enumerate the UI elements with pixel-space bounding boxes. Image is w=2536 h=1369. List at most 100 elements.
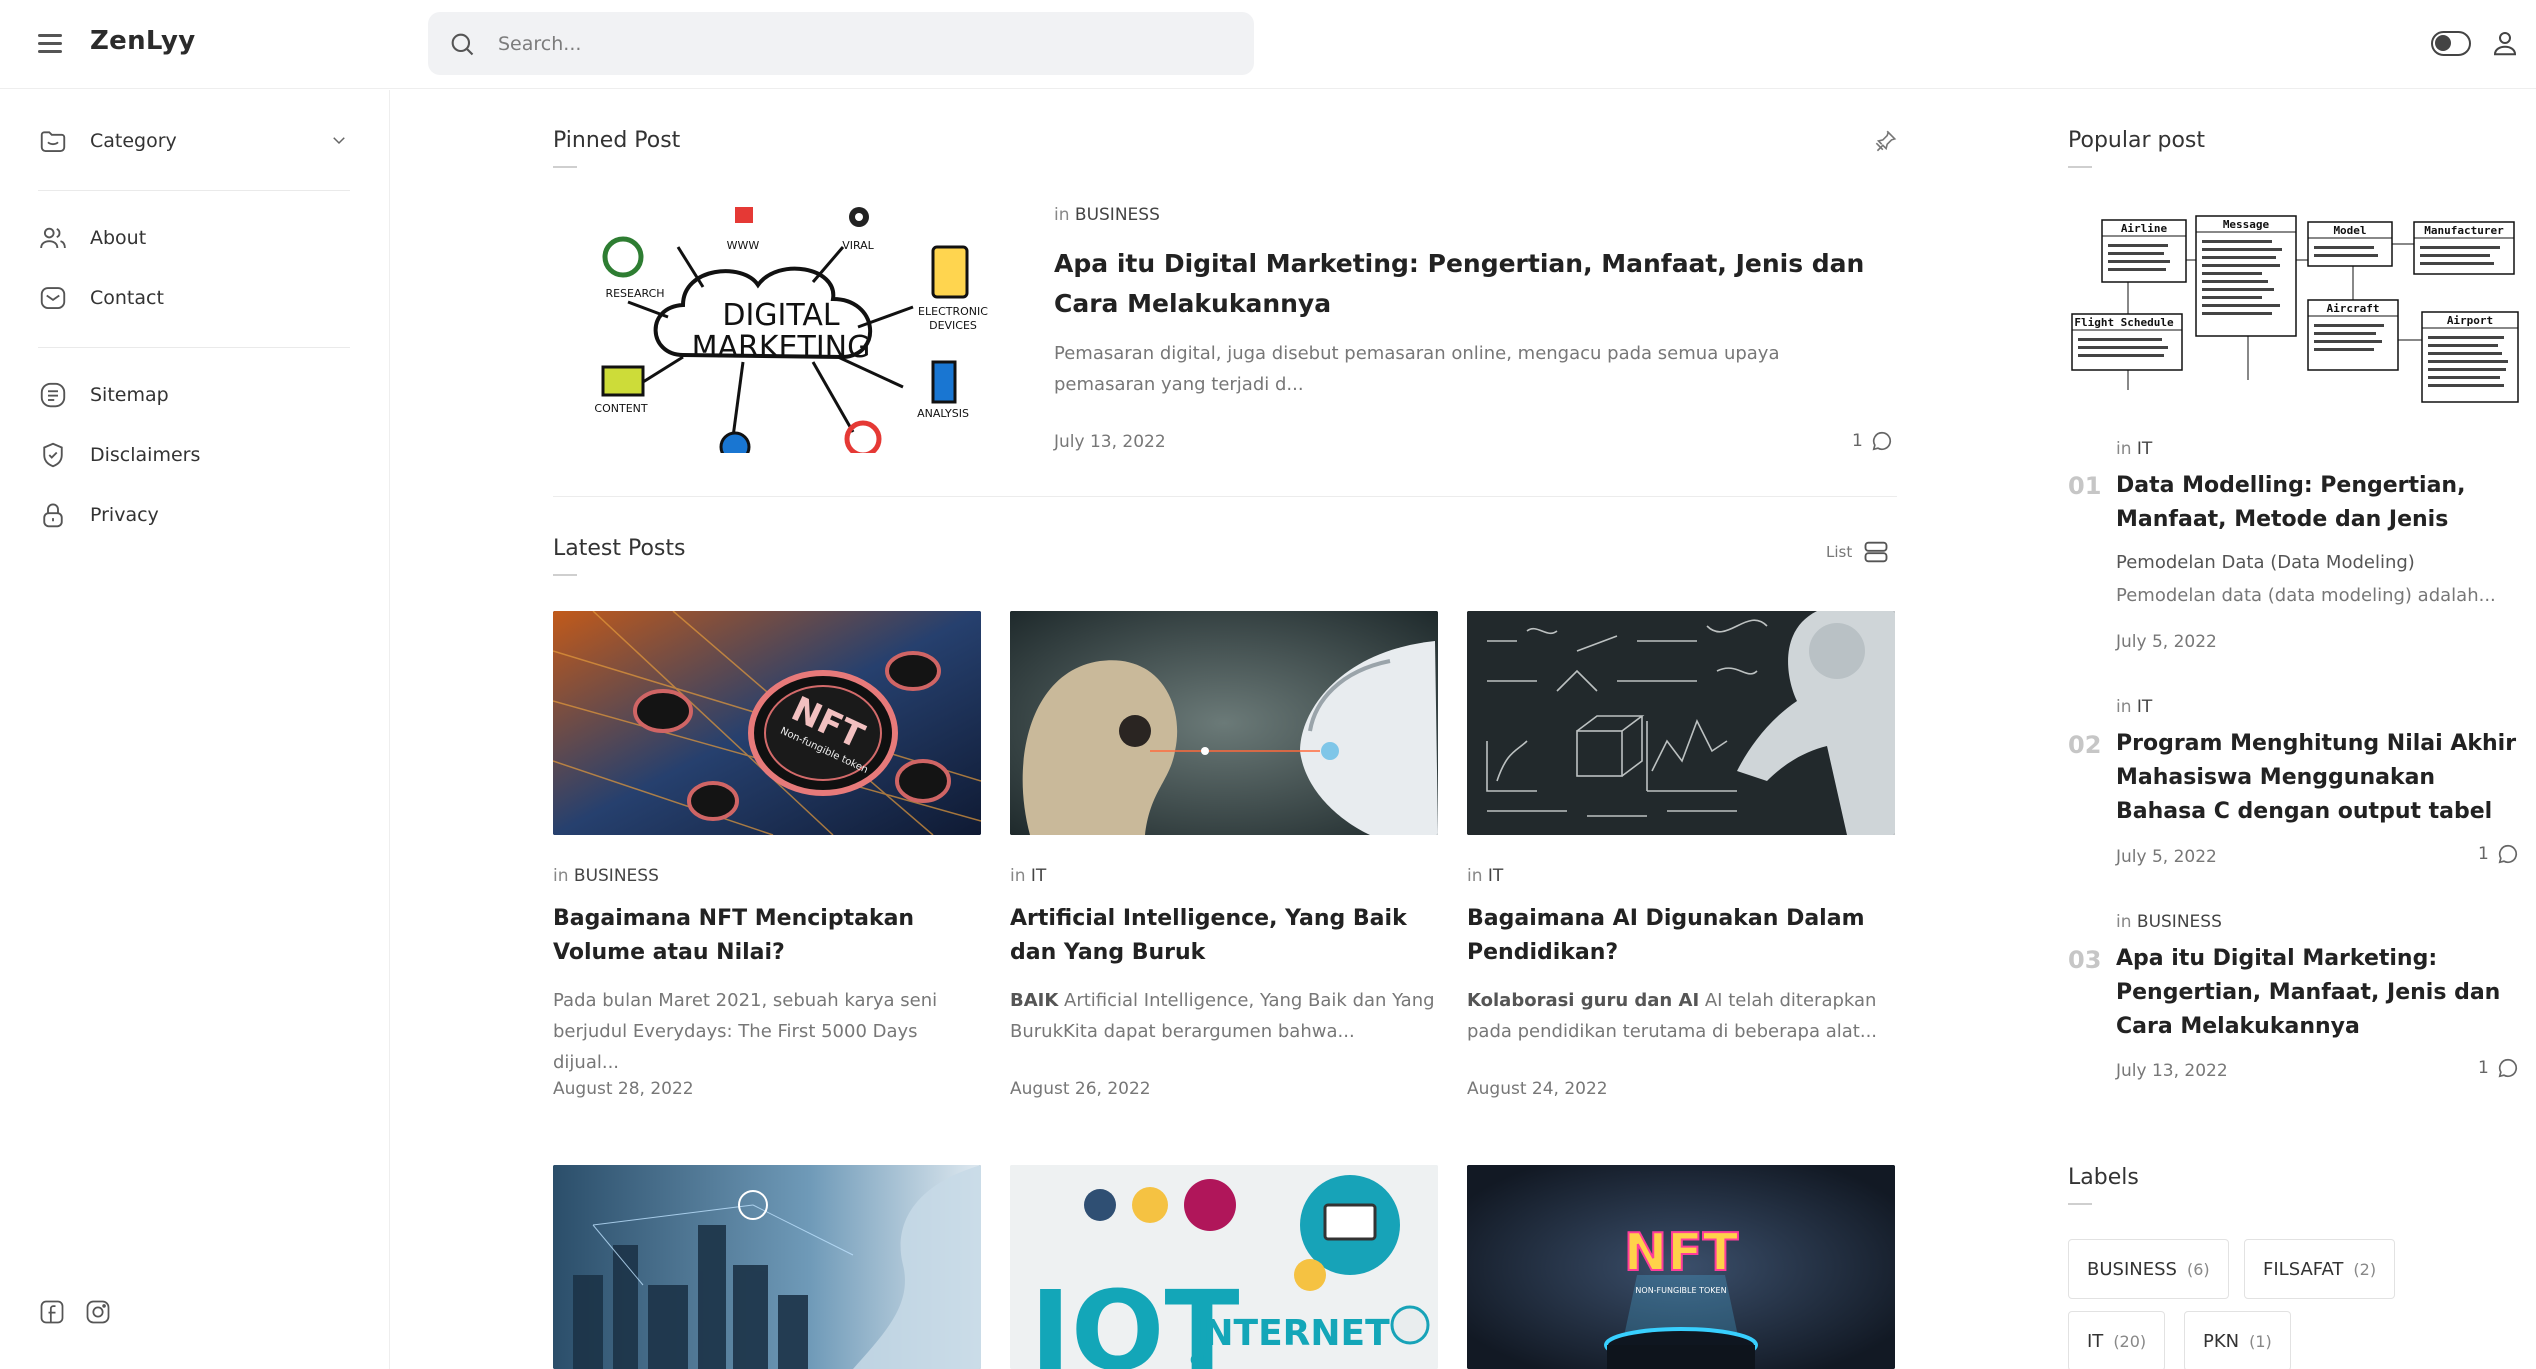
svg-text:Airport: Airport (2447, 314, 2493, 327)
category-link[interactable]: BUSINESS (574, 866, 659, 886)
in-word: in (1054, 205, 1070, 225)
comment-count: 1 (2478, 1058, 2489, 1078)
pinned-post-excerpt: Pemasaran digital, juga disebut pemasara… (1054, 343, 1780, 395)
category-link[interactable]: BUSINESS (1075, 205, 1160, 225)
pinned-comment-count[interactable]: 1 (1852, 430, 1893, 452)
popular-meta: in IT (2116, 439, 2152, 459)
label-count: (20) (2113, 1331, 2147, 1351)
popular-comment-count[interactable]: 1 (2478, 1057, 2519, 1079)
svg-text:OF: OF (1190, 1353, 1211, 1369)
search-icon (451, 33, 474, 56)
svg-text:Manufacturer: Manufacturer (2424, 224, 2504, 237)
list-view-toggle[interactable]: List (1826, 538, 1890, 566)
search-input[interactable] (498, 12, 1198, 75)
title-underline (2068, 166, 2092, 168)
sidebar-item-privacy[interactable]: Privacy (38, 495, 159, 535)
sidebar-item-contact[interactable]: Contact (38, 278, 164, 318)
facebook-icon[interactable] (38, 1298, 66, 1326)
svg-text:DIGITAL: DIGITAL (722, 298, 840, 333)
site-brand[interactable]: ZenLyy (90, 26, 196, 56)
category-link[interactable]: IT (1031, 866, 1046, 886)
labels-section-title: Labels (2068, 1165, 2139, 1190)
post-title[interactable]: Bagaimana AI Digunakan Dalam Pendidikan? (1467, 902, 1895, 970)
post-image-smart-city[interactable] (553, 1165, 981, 1369)
pinned-post-image[interactable]: DIGITAL MARKETING WWW VIRAL RESEARCH ELE… (553, 207, 1018, 453)
post-date: August 26, 2022 (1010, 1079, 1151, 1099)
svg-text:NON-FUNGIBLE TOKEN: NON-FUNGIBLE TOKEN (1635, 1286, 1726, 1295)
shield-check-icon (43, 442, 63, 468)
svg-text:WWW: WWW (727, 239, 760, 252)
pinned-post-title[interactable]: Apa itu Digital Marketing: Pengertian, M… (1054, 244, 1914, 324)
post-date: August 24, 2022 (1467, 1079, 1608, 1099)
category-link[interactable]: BUSINESS (2137, 912, 2222, 932)
sidebar-item-label: Disclaimers (90, 444, 201, 466)
popular-post-date: July 5, 2022 (2116, 847, 2217, 867)
category-link[interactable]: IT (2137, 439, 2152, 459)
sidebar-item-category[interactable]: Category (38, 121, 177, 161)
category-link[interactable]: IT (2137, 697, 2152, 717)
post-title[interactable]: Artificial Intelligence, Yang Baik dan Y… (1010, 902, 1438, 970)
label-count: (2) (2353, 1259, 2377, 1279)
pinned-post-meta: in BUSINESS (1054, 205, 1160, 225)
sidebar-item-about[interactable]: About (38, 218, 146, 258)
folder-icon (40, 131, 66, 152)
label-chip-it[interactable]: IT (20) (2068, 1311, 2166, 1369)
popular-post-excerpt: Pemodelan data (data modeling) adalah... (2116, 585, 2496, 606)
post-excerpt: BAIK Artificial Intelligence, Yang Baik … (1010, 990, 1435, 1042)
instagram-icon[interactable] (84, 1298, 112, 1326)
comment-icon (1872, 431, 1891, 451)
svg-text:Flight Schedule: Flight Schedule (2074, 316, 2174, 329)
svg-text:ELECTRONIC: ELECTRONIC (918, 305, 988, 318)
in-word: in (2116, 912, 2132, 932)
popular-meta: in BUSINESS (2116, 912, 2222, 932)
post-image-nft-hologram[interactable]: NFT NON-FUNGIBLE TOKEN (1467, 1165, 1895, 1369)
user-icon[interactable] (2490, 28, 2520, 58)
label-name: BUSINESS (2087, 1258, 2177, 1280)
post-image-ai-skull[interactable] (1010, 611, 1438, 835)
title-underline (553, 574, 577, 576)
svg-text:Airline: Airline (2121, 222, 2168, 235)
post-meta: in BUSINESS (553, 866, 659, 886)
post-image-nft[interactable]: NFT Non-fungible token (553, 611, 981, 835)
search-bar[interactable] (428, 12, 1254, 75)
chevron-down-icon[interactable] (330, 131, 348, 149)
popular-post-date: July 13, 2022 (2116, 1061, 2228, 1081)
sidebar-divider (38, 347, 350, 348)
popular-meta: in IT (2116, 697, 2152, 717)
label-chip-pkn[interactable]: PKN (1) (2184, 1311, 2291, 1369)
list-view-icon (1864, 541, 1888, 563)
category-link[interactable]: IT (1488, 866, 1503, 886)
post-excerpt: Kolaborasi guru dan AI AI telah diterapk… (1467, 990, 1878, 1042)
svg-text:Message: Message (2223, 218, 2270, 231)
dark-mode-toggle[interactable] (2431, 31, 2471, 56)
sidebar-item-sitemap[interactable]: Sitemap (38, 375, 169, 415)
comment-count: 1 (2478, 844, 2489, 864)
post-image-ai-education[interactable] (1467, 611, 1895, 835)
popular-post-title[interactable]: Data Modelling: Pengertian, Manfaat, Met… (2116, 469, 2516, 537)
popular-image-data-model[interactable]: Airline Message Model Manufacturer Fligh… (2068, 200, 2520, 405)
post-date: August 28, 2022 (553, 1079, 694, 1099)
popular-post-date: July 5, 2022 (2116, 632, 2217, 652)
in-word: in (553, 866, 569, 886)
sidebar-item-label: Contact (90, 287, 164, 309)
svg-text:DEVICES: DEVICES (929, 319, 977, 332)
view-label: List (1826, 543, 1853, 561)
label-chip-filsafat[interactable]: FILSAFAT (2) (2244, 1239, 2396, 1299)
post-meta: in IT (1010, 866, 1046, 886)
popular-post-title[interactable]: Apa itu Digital Marketing: Pengertian, M… (2116, 942, 2516, 1044)
pinned-post-date: July 13, 2022 (1054, 432, 1166, 452)
users-icon (40, 227, 66, 249)
sidebar-divider (38, 190, 350, 191)
comment-icon (2498, 844, 2517, 864)
sidebar-item-disclaimers[interactable]: Disclaimers (38, 435, 200, 475)
post-title[interactable]: Bagaimana NFT Menciptakan Volume atau Ni… (553, 902, 981, 970)
post-image-iot[interactable]: IOT INTERNET OF (1010, 1165, 1438, 1369)
popular-comment-count[interactable]: 1 (2478, 843, 2519, 865)
menu-icon[interactable] (38, 30, 66, 56)
comment-icon (2498, 1058, 2517, 1078)
popular-post-title[interactable]: Program Menghitung Nilai Akhir Mahasiswa… (2116, 727, 2526, 829)
svg-text:NFT: NFT (1624, 1223, 1739, 1283)
label-chip-business[interactable]: BUSINESS (6) (2068, 1239, 2229, 1299)
title-underline (553, 166, 577, 168)
latest-section-title: Latest Posts (553, 536, 686, 561)
